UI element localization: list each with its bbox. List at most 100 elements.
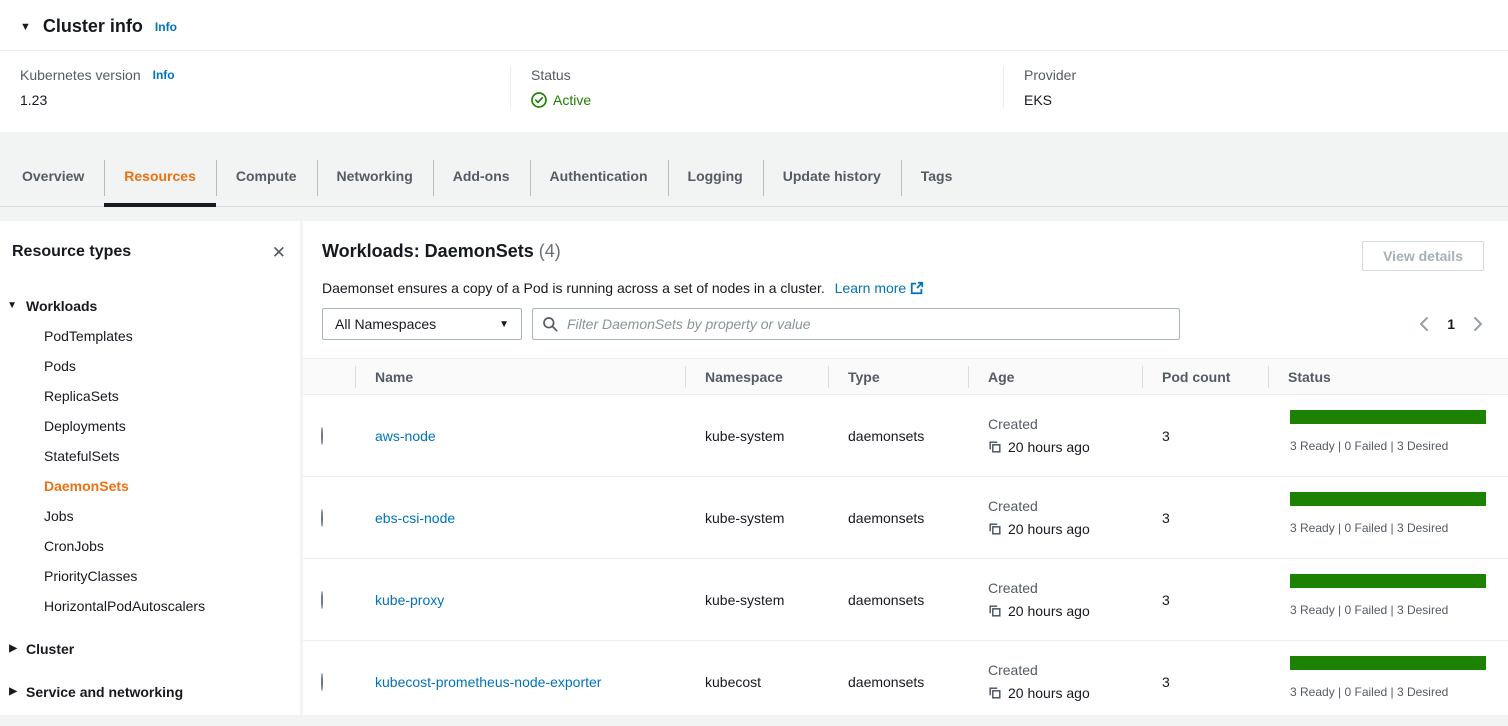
status-label: Status bbox=[531, 67, 571, 83]
age-created-label: Created bbox=[988, 416, 1142, 432]
sidebar-item[interactable]: PriorityClasses bbox=[0, 561, 300, 591]
sidebar-item-label: ReplicaSets bbox=[44, 388, 119, 404]
table-header: Name Namespace Type Age Pod count Status bbox=[303, 358, 1508, 395]
sidebar-item-label: Jobs bbox=[44, 508, 74, 524]
group-header-workloads[interactable]: ▼ Workloads bbox=[0, 291, 300, 321]
tab-label: Authentication bbox=[550, 168, 648, 184]
namespace-cell: kube-system bbox=[685, 592, 828, 608]
tab-label: Resources bbox=[124, 168, 196, 184]
status-text: 3 Ready | 0 Failed | 3 Desired bbox=[1290, 439, 1486, 453]
tab[interactable]: Authentication bbox=[530, 146, 668, 206]
daemonset-name-link[interactable]: kubecost-prometheus-node-exporter bbox=[375, 674, 601, 690]
copy-icon[interactable] bbox=[988, 686, 1002, 700]
sidebar-item[interactable]: CronJobs bbox=[0, 531, 300, 561]
page-title: Cluster info bbox=[43, 16, 143, 37]
view-details-button[interactable]: View details bbox=[1362, 241, 1484, 271]
pod-count-cell: 3 bbox=[1142, 428, 1268, 444]
tab[interactable]: Add-ons bbox=[433, 146, 530, 206]
group-header[interactable]: ▶ Cluster bbox=[0, 634, 300, 664]
tab-label: Networking bbox=[337, 168, 413, 184]
field-status: Status Active bbox=[510, 67, 1003, 108]
group-label: Cluster bbox=[26, 634, 74, 664]
field-kubernetes-version: Kubernetes version Info 1.23 bbox=[0, 67, 510, 108]
pod-count-cell: 3 bbox=[1142, 592, 1268, 608]
column-header-age: Age bbox=[968, 359, 1142, 394]
group-label: Service and networking bbox=[26, 677, 183, 707]
status-text: 3 Ready | 0 Failed | 3 Desired bbox=[1290, 521, 1486, 535]
row-radio-button[interactable] bbox=[321, 427, 323, 445]
tab-label: Compute bbox=[236, 168, 297, 184]
kubernetes-version-label: Kubernetes version bbox=[20, 67, 141, 83]
daemonset-name-link[interactable]: kube-proxy bbox=[375, 592, 444, 608]
age-value: 20 hours ago bbox=[1008, 685, 1090, 701]
table-row: kubecost-prometheus-node-exporter kubeco… bbox=[303, 641, 1508, 715]
row-radio-button[interactable] bbox=[321, 509, 323, 527]
age-value: 20 hours ago bbox=[1008, 521, 1090, 537]
sidebar-item[interactable]: Jobs bbox=[0, 501, 300, 531]
daemonset-name-link[interactable]: ebs-csi-node bbox=[375, 510, 455, 526]
tab[interactable]: Logging bbox=[668, 146, 763, 206]
field-provider: Provider EKS bbox=[1003, 67, 1508, 108]
tab-label: Update history bbox=[783, 168, 881, 184]
daemonset-name-link[interactable]: aws-node bbox=[375, 428, 436, 444]
collapsed-group: ▶ Cluster bbox=[0, 634, 300, 664]
copy-icon[interactable] bbox=[988, 522, 1002, 536]
pagination: 1 bbox=[1418, 316, 1484, 332]
resource-types-sidebar: Resource types ✕ ▼ Workloads PodTemplate… bbox=[0, 221, 300, 715]
status-text: 3 Ready | 0 Failed | 3 Desired bbox=[1290, 603, 1486, 617]
group-header[interactable]: ▶ Service and networking bbox=[0, 677, 300, 707]
group-label: Workloads bbox=[26, 291, 97, 321]
provider-label: Provider bbox=[1024, 67, 1076, 83]
row-radio-button[interactable] bbox=[321, 591, 323, 609]
row-radio-button[interactable] bbox=[321, 673, 323, 691]
panel-title-text: Workloads: DaemonSets bbox=[322, 241, 534, 261]
chevron-down-icon: ▼ bbox=[499, 319, 509, 330]
tab[interactable]: Update history bbox=[763, 146, 901, 206]
type-cell: daemonsets bbox=[828, 428, 968, 444]
sidebar-item-label: Deployments bbox=[44, 418, 126, 434]
tab[interactable]: Resources bbox=[104, 146, 216, 206]
collapse-caret-icon[interactable]: ▼ bbox=[20, 21, 31, 33]
cluster-info-info-link[interactable]: Info bbox=[155, 20, 177, 34]
tab[interactable]: Compute bbox=[216, 146, 317, 206]
copy-icon[interactable] bbox=[988, 604, 1002, 618]
sidebar-item[interactable]: PodTemplates bbox=[0, 321, 300, 351]
kubernetes-version-value: 1.23 bbox=[20, 92, 490, 108]
table-body: aws-node kube-system daemonsets Created … bbox=[303, 395, 1508, 715]
sidebar-item[interactable]: Deployments bbox=[0, 411, 300, 441]
previous-page-icon[interactable] bbox=[1418, 316, 1430, 332]
table-controls: All Namespaces ▼ 1 bbox=[322, 308, 1484, 340]
tab[interactable]: Overview bbox=[2, 146, 104, 206]
sidebar-item[interactable]: Pods bbox=[0, 351, 300, 381]
column-header-name: Name bbox=[355, 359, 685, 394]
kubernetes-version-info-link[interactable]: Info bbox=[153, 68, 175, 82]
group-workloads: ▼ Workloads PodTemplates Pods ReplicaSet… bbox=[0, 291, 300, 621]
namespace-select[interactable]: All Namespaces ▼ bbox=[322, 308, 522, 340]
sidebar-item-label: PodTemplates bbox=[44, 328, 133, 344]
sidebar-item[interactable]: HorizontalPodAutoscalers bbox=[0, 591, 300, 621]
table-row: aws-node kube-system daemonsets Created … bbox=[303, 395, 1508, 477]
resource-tree: ▼ Workloads PodTemplates Pods ReplicaSet… bbox=[0, 291, 300, 707]
sidebar-item[interactable]: StatefulSets bbox=[0, 441, 300, 471]
cluster-info-fields: Kubernetes version Info 1.23 Status Acti… bbox=[0, 51, 1508, 132]
tab[interactable]: Networking bbox=[317, 146, 433, 206]
learn-more-link[interactable]: Learn more bbox=[835, 280, 907, 296]
age-cell: Created 20 hours ago bbox=[968, 498, 1142, 537]
close-icon[interactable]: ✕ bbox=[272, 244, 286, 261]
namespace-cell: kube-system bbox=[685, 510, 828, 526]
provider-value: EKS bbox=[1024, 92, 1488, 108]
age-value: 20 hours ago bbox=[1008, 439, 1090, 455]
tab[interactable]: Tags bbox=[901, 146, 973, 206]
next-page-icon[interactable] bbox=[1472, 316, 1484, 332]
current-page[interactable]: 1 bbox=[1447, 316, 1455, 332]
status-cell: 3 Ready | 0 Failed | 3 Desired bbox=[1268, 477, 1508, 558]
tab-label: Add-ons bbox=[453, 168, 510, 184]
sidebar-item[interactable]: ReplicaSets bbox=[0, 381, 300, 411]
tab-label: Overview bbox=[22, 168, 84, 184]
cluster-tabs: Overview Resources Compute Networking Ad… bbox=[0, 132, 1508, 207]
filter-input[interactable] bbox=[565, 315, 1170, 333]
copy-icon[interactable] bbox=[988, 440, 1002, 454]
cluster-info-card: ▼ Cluster info Info Kubernetes version I… bbox=[0, 0, 1508, 132]
sidebar-item[interactable]: DaemonSets bbox=[0, 471, 300, 501]
table-row: ebs-csi-node kube-system daemonsets Crea… bbox=[303, 477, 1508, 559]
